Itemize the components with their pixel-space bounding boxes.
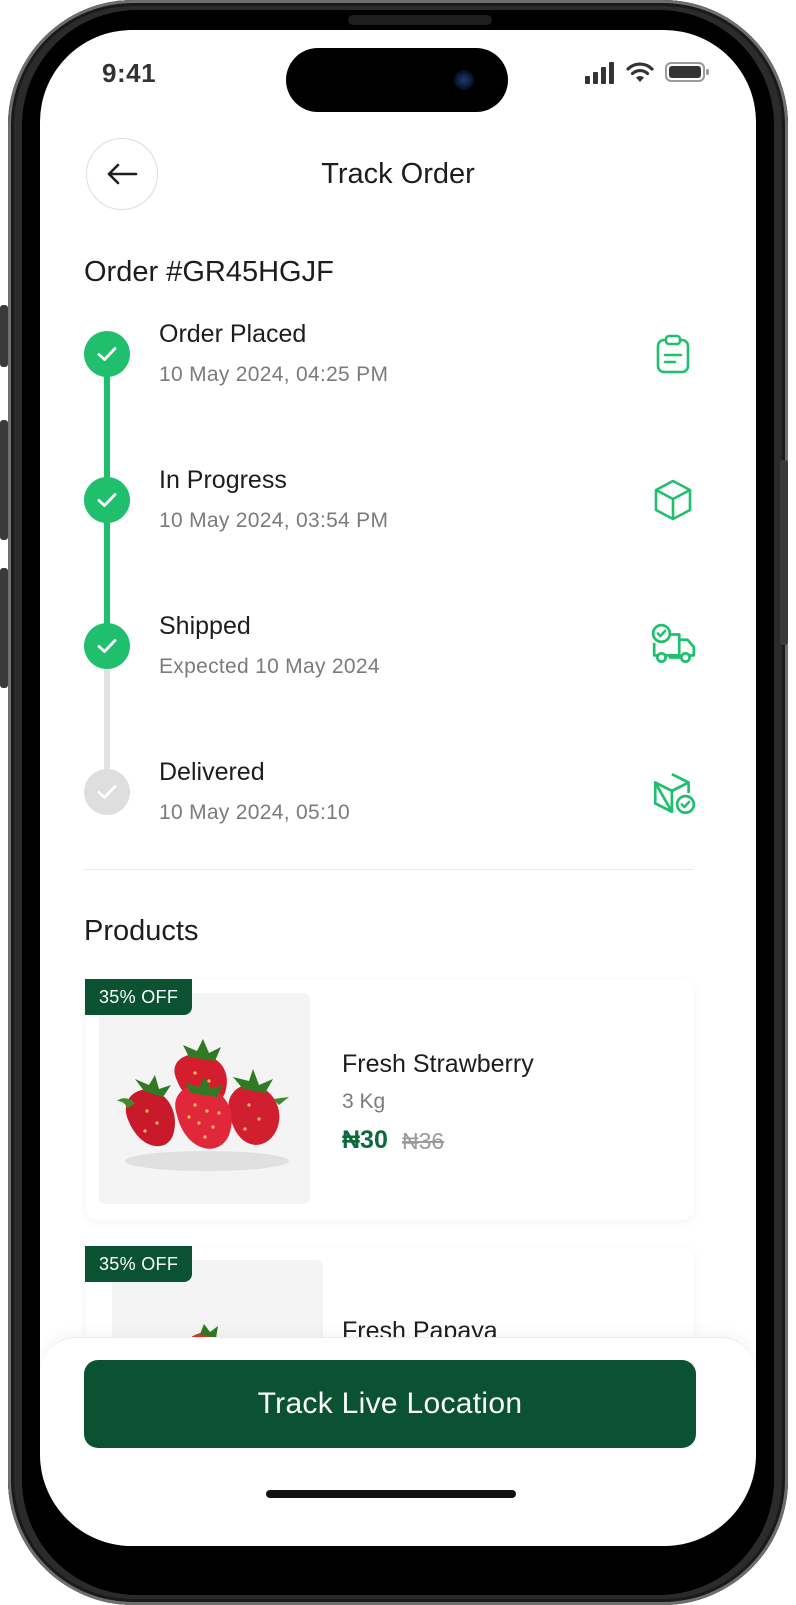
- status-icons: [585, 60, 715, 84]
- step-check-icon-pending: [84, 769, 130, 815]
- divider: [84, 869, 694, 870]
- product-card[interactable]: 35% OFF Fresh Strawberry 3 Kg ₦30 ₦36: [85, 979, 694, 1220]
- discount-badge: 35% OFF: [85, 1246, 193, 1282]
- front-camera-icon: [454, 70, 474, 90]
- box-check-icon: [653, 772, 696, 815]
- delivery-truck-icon: [651, 623, 696, 664]
- side-button-power: [780, 460, 788, 645]
- box-icon: [654, 479, 692, 521]
- signal-icon: [585, 62, 614, 84]
- step-title: Delivered: [159, 758, 265, 786]
- strawberry-image: [117, 1039, 289, 1171]
- order-id: Order #GR45HGJF: [84, 256, 334, 288]
- clipboard-icon: [656, 334, 690, 374]
- screen: 9:41 Track Order Order #GR45HGJF Order P…: [40, 30, 756, 1546]
- product-old-price: ₦36: [402, 1128, 445, 1154]
- step-check-icon: [84, 623, 130, 669]
- speaker-grill: [348, 15, 492, 25]
- step-title: In Progress: [159, 466, 287, 494]
- step-check-icon: [84, 331, 130, 377]
- wifi-icon: [626, 62, 654, 82]
- product-image: [99, 993, 310, 1204]
- step-date: Expected 10 May 2024: [159, 655, 380, 678]
- step-date: 10 May 2024, 05:10: [159, 801, 351, 824]
- battery-icon: [665, 62, 709, 82]
- step-title: Shipped: [159, 612, 251, 640]
- product-name: Fresh Strawberry: [342, 1050, 534, 1078]
- side-button-action: [0, 305, 8, 367]
- product-price: ₦30: [342, 1126, 388, 1154]
- page-title: Track Order: [321, 158, 475, 190]
- bottom-action-bar: Track Live Location: [40, 1337, 756, 1546]
- side-button-volume-up: [0, 420, 8, 540]
- status-time: 9:41: [102, 58, 157, 88]
- step-date: 10 May 2024, 04:25 PM: [159, 363, 389, 386]
- home-indicator[interactable]: [266, 1490, 516, 1498]
- products-section-title: Products: [84, 915, 199, 947]
- dynamic-island: [286, 48, 508, 112]
- side-button-volume-down: [0, 568, 8, 688]
- step-date: 10 May 2024, 03:54 PM: [159, 509, 389, 532]
- discount-badge: 35% OFF: [85, 979, 193, 1015]
- step-title: Order Placed: [159, 320, 307, 348]
- track-live-location-button[interactable]: Track Live Location: [84, 1360, 696, 1448]
- step-check-icon: [84, 477, 130, 523]
- product-weight: 3 Kg: [342, 1090, 386, 1113]
